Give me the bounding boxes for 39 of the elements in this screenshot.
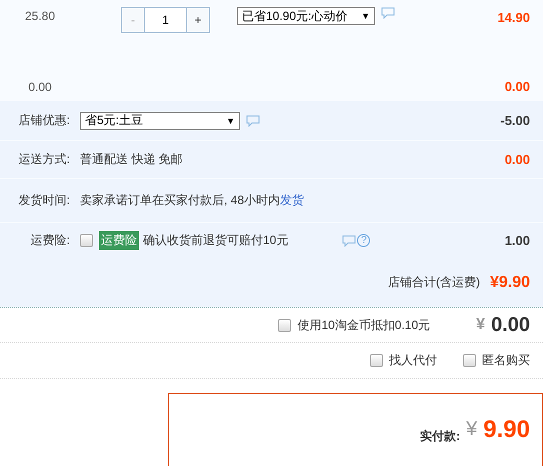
field-label: 运送方式:	[18, 151, 71, 168]
chat-icon[interactable]	[381, 7, 395, 19]
ship-link[interactable]: 发货	[280, 193, 304, 207]
amount: 0.00	[504, 150, 530, 168]
checkbox[interactable]	[278, 318, 292, 332]
currency-sign: ¥	[466, 418, 478, 441]
payment-amount: 9.90	[483, 416, 530, 444]
currency-sign: ¥	[476, 316, 486, 334]
increase-button[interactable]: +	[187, 8, 209, 32]
checkbox[interactable]	[463, 354, 476, 368]
payment-label: 实付款:	[420, 428, 460, 445]
field-label: 运费险:	[30, 232, 71, 249]
dropdown-arrow-icon: ▼	[226, 116, 235, 126]
field-label: 发货时间:	[18, 192, 71, 209]
shop-total-amount: ¥9.90	[490, 274, 530, 292]
quantity-stepper[interactable]: - 1 +	[121, 7, 210, 33]
checkbox[interactable]	[370, 354, 383, 368]
insurance-tag: 运费险	[99, 231, 139, 250]
promo-select[interactable]: 已省10.90元:心动价 ▼	[237, 7, 375, 25]
unit-price: 25.80	[24, 8, 56, 25]
coin-amount: 0.00	[491, 314, 530, 337]
option-label: 匿名购买	[482, 352, 530, 370]
shop-total-label: 店铺合计(含运费)	[388, 274, 480, 291]
field-label: 店铺优惠:	[18, 112, 71, 129]
checkbox[interactable]	[80, 234, 93, 247]
coupon-select[interactable]: 省5元:土豆 ▼	[80, 112, 240, 130]
unit-price: 0.00	[27, 79, 53, 96]
chat-icon[interactable]	[342, 234, 356, 246]
delivery-promise: 卖家承诺订单在买家付款后, 48小时内发货	[80, 192, 304, 209]
subtotal: 14.90	[497, 9, 530, 27]
dropdown-arrow-icon: ▼	[361, 11, 370, 21]
amount: -5.00	[500, 112, 530, 130]
option-label: 找人代付	[389, 352, 437, 370]
shipping-method: 普通配送 快递 免邮	[80, 151, 183, 168]
chat-icon[interactable]	[246, 114, 260, 126]
insurance-text: 确认收货前退货可赔付10元	[143, 232, 288, 249]
subtotal: 0.00	[504, 78, 530, 96]
coin-deduction-label: 使用10淘金币抵扣0.10元	[297, 316, 430, 334]
amount: 1.00	[504, 232, 530, 250]
